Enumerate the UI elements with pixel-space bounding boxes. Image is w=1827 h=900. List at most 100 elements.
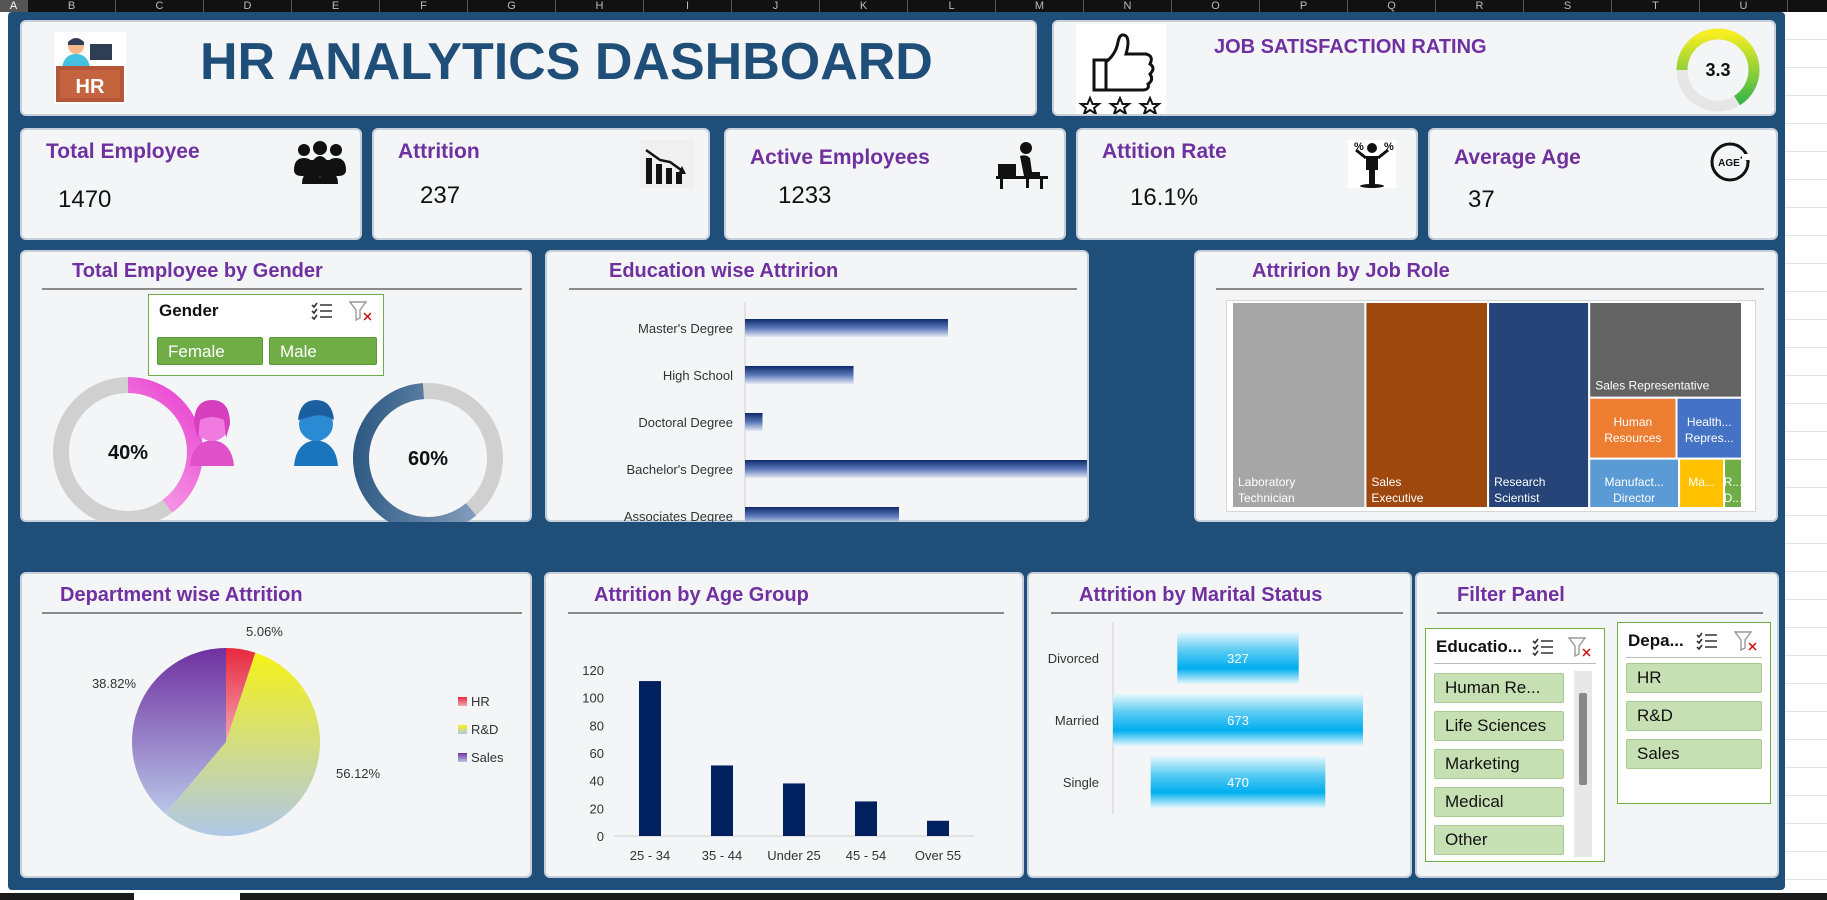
title-card: HR HR ANALYTICS DASHBOARD: [20, 20, 1037, 116]
thumbs-up-stars-icon: [1076, 24, 1166, 114]
education-slicer[interactable]: Educatio... Human Re... Life Sciences Mark…: [1425, 628, 1605, 862]
spreadsheet-column-header: ABCDEFGHIJKLMNOPQRSTU: [0, 0, 1827, 12]
kpi-value: 16.1%: [1130, 184, 1199, 211]
category-label: Bachelor's Degree: [626, 462, 733, 477]
category-label: High School: [663, 368, 733, 383]
treemap-label: Sales Representative: [1595, 379, 1709, 393]
treemap-label: Health...: [1687, 415, 1732, 429]
department-slicer[interactable]: Depa... HR R&D Sales: [1617, 622, 1771, 804]
column-header-g[interactable]: G: [468, 0, 556, 12]
column-header-o[interactable]: O: [1172, 0, 1260, 12]
kpi-value: 37: [1468, 186, 1495, 213]
male-icon: [294, 400, 338, 466]
spreadsheet-grid: [1785, 12, 1827, 900]
page-title: HR ANALYTICS DASHBOARD: [200, 33, 933, 91]
y-tick-label: 80: [590, 718, 604, 733]
column-header-e[interactable]: E: [292, 0, 380, 12]
male-percentage: 60%: [408, 448, 448, 470]
percent-person-icon: %%: [1348, 140, 1396, 188]
clear-filter-icon[interactable]: [1568, 637, 1592, 657]
treemap-label: R...: [1724, 475, 1742, 489]
column-header-u[interactable]: U: [1700, 0, 1788, 12]
education-option[interactable]: Medical: [1434, 787, 1564, 817]
horizontal-scrollbar[interactable]: [240, 893, 1827, 900]
slicer-scrollbar-thumb[interactable]: [1579, 693, 1587, 785]
education-option[interactable]: Life Sciences: [1434, 711, 1564, 741]
treemap-label: Technician: [1238, 491, 1295, 505]
y-tick-label: 60: [590, 746, 604, 761]
pie-data-label: 56.12%: [336, 766, 381, 781]
column-header-j[interactable]: J: [732, 0, 820, 12]
column-header-l[interactable]: L: [908, 0, 996, 12]
treemap-label: Human: [1614, 415, 1653, 429]
pie-data-label: 38.82%: [92, 676, 137, 691]
job-satisfaction-label: JOB SATISFACTION RATING: [1214, 36, 1487, 58]
age-bar: [783, 783, 805, 836]
clear-filter-icon[interactable]: [349, 301, 373, 321]
column-header-t[interactable]: T: [1612, 0, 1700, 12]
gender-option-male[interactable]: Male: [269, 337, 377, 365]
marital-data-label: 327: [1227, 651, 1249, 666]
education-bar: [745, 413, 763, 431]
department-pie-chart: 5.06% 56.12% 38.82% HR R&D Sales: [92, 624, 504, 836]
column-header-m[interactable]: M: [996, 0, 1084, 12]
jobrole-treemap: Laboratory Technician Sales Executive Resear…: [1232, 302, 1742, 508]
column-header-b[interactable]: B: [28, 0, 116, 12]
education-card-title: Education wise Attririon: [609, 260, 839, 282]
column-header-d[interactable]: D: [204, 0, 292, 12]
category-label: Married: [1055, 713, 1099, 728]
x-tick-label: Over 55: [915, 848, 961, 863]
column-header-a[interactable]: A: [0, 0, 28, 12]
department-option[interactable]: R&D: [1626, 701, 1762, 731]
sheet-tab-strip[interactable]: [0, 893, 134, 900]
multi-select-icon[interactable]: [1532, 637, 1554, 657]
category-label: Master's Degree: [638, 321, 733, 336]
department-option[interactable]: Sales: [1626, 739, 1762, 769]
treemap-label: Repres...: [1685, 431, 1734, 445]
x-tick-label: 45 - 54: [846, 848, 886, 863]
kpi-label: Active Employees: [750, 146, 930, 169]
education-slicer-title: Educatio...: [1436, 637, 1522, 656]
declining-bar-icon: [640, 140, 694, 188]
treemap-label: Manufact...: [1604, 475, 1663, 489]
education-option[interactable]: Other: [1434, 825, 1564, 855]
age-card-title: Attrition by Age Group: [594, 584, 809, 606]
clear-filter-icon[interactable]: [1734, 631, 1758, 651]
y-tick-label: 120: [582, 663, 604, 678]
person-at-desk-icon: [996, 142, 1048, 189]
pie-data-label: 5.06%: [246, 624, 283, 639]
column-header-r[interactable]: R: [1436, 0, 1524, 12]
department-option[interactable]: HR: [1626, 663, 1762, 693]
title-underline: [1216, 288, 1764, 290]
treemap-label: Research: [1494, 475, 1545, 489]
gender-slicer[interactable]: Gender Female Male: [148, 294, 384, 376]
column-header-i[interactable]: I: [644, 0, 732, 12]
kpi-card-1: Total Employee 1470: [20, 128, 362, 240]
education-option[interactable]: Marketing: [1434, 749, 1564, 779]
female-icon: [190, 400, 234, 466]
job-satisfaction-gauge: 3.3: [1676, 28, 1760, 112]
column-header-c[interactable]: C: [116, 0, 204, 12]
treemap-label: Executive: [1371, 491, 1423, 505]
column-header-n[interactable]: N: [1084, 0, 1172, 12]
kpi-card-2: Attrition 237: [372, 128, 710, 240]
kpi-value: 237: [420, 182, 461, 209]
y-tick-label: 0: [597, 829, 604, 844]
multi-select-icon[interactable]: [1696, 631, 1718, 651]
column-header-h[interactable]: H: [556, 0, 644, 12]
column-header-p[interactable]: P: [1260, 0, 1348, 12]
column-header-s[interactable]: S: [1524, 0, 1612, 12]
column-header-k[interactable]: K: [820, 0, 908, 12]
department-card-title: Department wise Attrition: [60, 584, 303, 606]
slicer-divider: [1626, 657, 1762, 658]
multi-select-icon[interactable]: [311, 301, 333, 321]
gender-option-female[interactable]: Female: [157, 337, 263, 365]
department-card: Department wise Attrition 5.06% 56.12% 38.…: [20, 572, 532, 878]
gender-card-title: Total Employee by Gender: [72, 260, 323, 282]
marital-data-label: 673: [1227, 713, 1249, 728]
column-header-q[interactable]: Q: [1348, 0, 1436, 12]
education-option[interactable]: Human Re...: [1434, 673, 1564, 703]
treemap-label: D...: [1724, 491, 1742, 505]
column-header-f[interactable]: F: [380, 0, 468, 12]
education-bar-chart: Master's Degree High School Doctoral Degre…: [624, 302, 1087, 522]
